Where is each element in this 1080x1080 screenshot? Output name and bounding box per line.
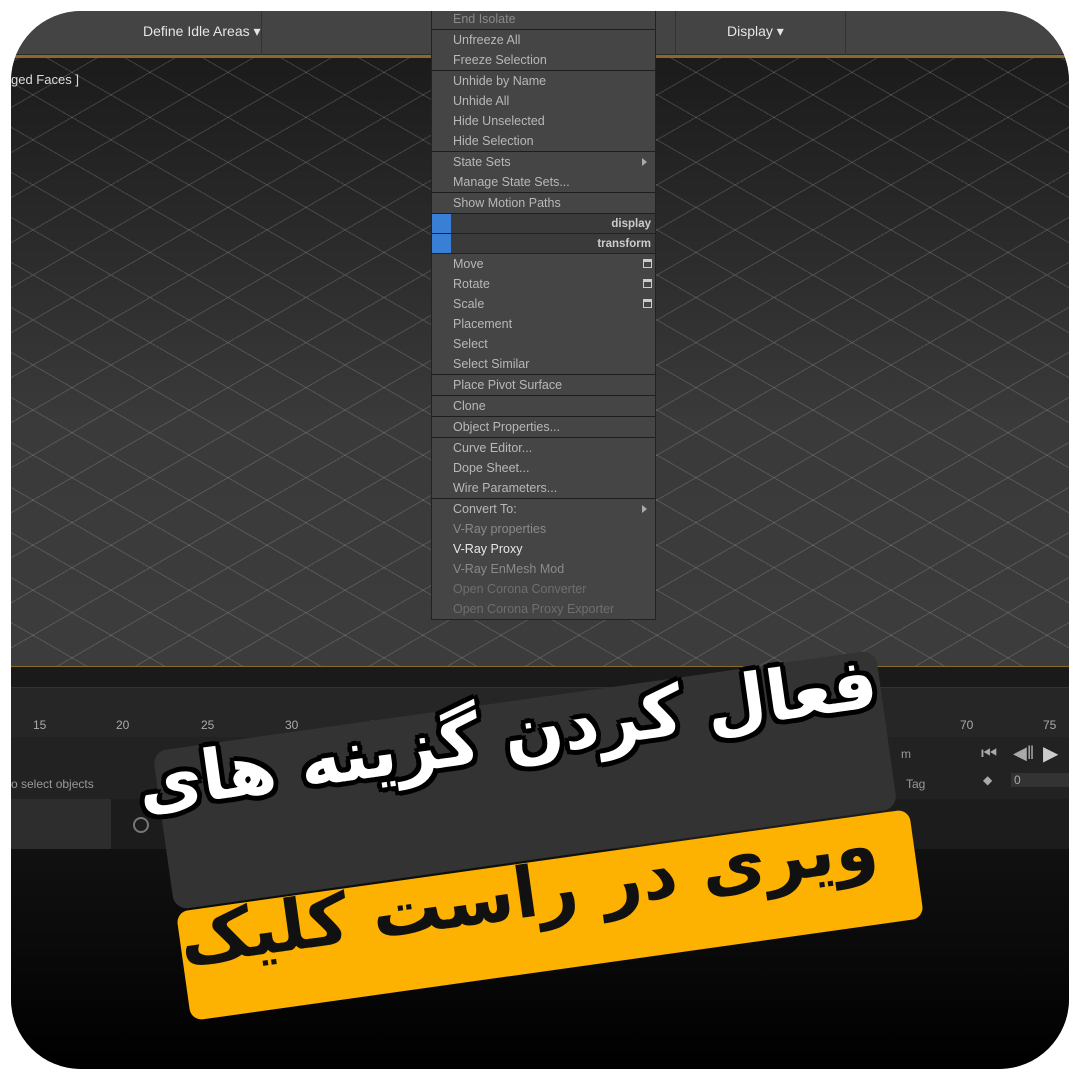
menu-item-select[interactable]: Select [432, 334, 655, 354]
menu-label: Convert To: [453, 502, 517, 516]
context-menu: End Isolate Unfreeze All Freeze Selectio… [431, 11, 656, 620]
tick-label: 25 [201, 718, 215, 732]
menu-item-vray-enmesh[interactable]: V-Ray EnMesh Mod [432, 559, 655, 579]
menu-item-convert-to[interactable]: Convert To: [432, 499, 655, 519]
key-nav-icon[interactable]: ◆ [983, 773, 992, 787]
toolbar-divider [261, 11, 262, 55]
quad-color-swatch [432, 234, 451, 253]
menu-item-end-isolate[interactable]: End Isolate [432, 11, 655, 29]
menu-item-move[interactable]: Move [432, 254, 655, 274]
menu-item-curve-editor[interactable]: Curve Editor... [432, 438, 655, 458]
tick-label: 75 [1043, 718, 1057, 732]
header-label: transform [597, 238, 651, 250]
menu-item-unfreeze-all[interactable]: Unfreeze All [432, 30, 655, 50]
settings-box-icon[interactable] [643, 299, 652, 308]
submenu-arrow-icon [642, 505, 647, 513]
settings-box-icon[interactable] [643, 279, 652, 288]
bottom-panel [11, 799, 111, 849]
quad-color-swatch [432, 214, 451, 233]
menu-item-vray-proxy[interactable]: V-Ray Proxy [432, 539, 655, 559]
display-button[interactable]: Display ▾ [727, 23, 784, 40]
status-tag: Tag [906, 777, 926, 791]
menu-label: Scale [453, 297, 485, 311]
toolbar-divider [845, 11, 846, 55]
menu-item-place-pivot-surface[interactable]: Place Pivot Surface [432, 375, 655, 395]
menu-item-dope-sheet[interactable]: Dope Sheet... [432, 458, 655, 478]
quad-header-display: display [432, 214, 655, 234]
submenu-arrow-icon [642, 158, 647, 166]
menu-label: State Sets [453, 155, 511, 169]
viewport-label[interactable]: ged Faces ] [11, 72, 79, 87]
header-label: display [611, 218, 651, 230]
menu-item-show-motion-paths[interactable]: Show Motion Paths [432, 193, 655, 213]
menu-item-clone[interactable]: Clone [432, 396, 655, 416]
menu-item-unhide-by-name[interactable]: Unhide by Name [432, 71, 655, 91]
menu-label: Move [453, 257, 484, 271]
quad-header-transform: transform [432, 234, 655, 254]
viewport-border [11, 666, 1069, 667]
menu-item-freeze-selection[interactable]: Freeze Selection [432, 50, 655, 70]
go-to-start-icon[interactable]: ⏮ [981, 743, 997, 764]
settings-box-icon[interactable] [643, 259, 652, 268]
tick-label: 70 [960, 718, 974, 732]
menu-item-hide-selection[interactable]: Hide Selection [432, 131, 655, 151]
menu-item-manage-state-sets[interactable]: Manage State Sets... [432, 172, 655, 192]
menu-item-select-similar[interactable]: Select Similar [432, 354, 655, 374]
menu-item-corona-converter[interactable]: Open Corona Converter [432, 579, 655, 599]
tick-label: 20 [116, 718, 130, 732]
menu-item-scale[interactable]: Scale [432, 294, 655, 314]
menu-item-placement[interactable]: Placement [432, 314, 655, 334]
toolbar-divider [675, 11, 676, 55]
play-icon[interactable]: ▶ [1043, 741, 1058, 766]
frame-field[interactable]: 0 [1011, 773, 1069, 787]
status-prompt: o select objects [11, 777, 94, 791]
menu-item-vray-properties[interactable]: V-Ray properties [432, 519, 655, 539]
status-m: m [901, 747, 911, 761]
menu-item-hide-unselected[interactable]: Hide Unselected [432, 111, 655, 131]
menu-item-rotate[interactable]: Rotate [432, 274, 655, 294]
tick-label: 15 [33, 718, 47, 732]
menu-item-object-properties[interactable]: Object Properties... [432, 417, 655, 437]
menu-item-state-sets[interactable]: State Sets [432, 152, 655, 172]
define-idle-areas-button[interactable]: Define Idle Areas ▾ [143, 23, 261, 40]
prev-frame-icon[interactable]: ◀‖ [1013, 743, 1034, 764]
menu-item-wire-parameters[interactable]: Wire Parameters... [432, 478, 655, 498]
menu-item-corona-proxy-exporter[interactable]: Open Corona Proxy Exporter [432, 599, 655, 619]
menu-item-unhide-all[interactable]: Unhide All [432, 91, 655, 111]
menu-label: Rotate [453, 277, 490, 291]
